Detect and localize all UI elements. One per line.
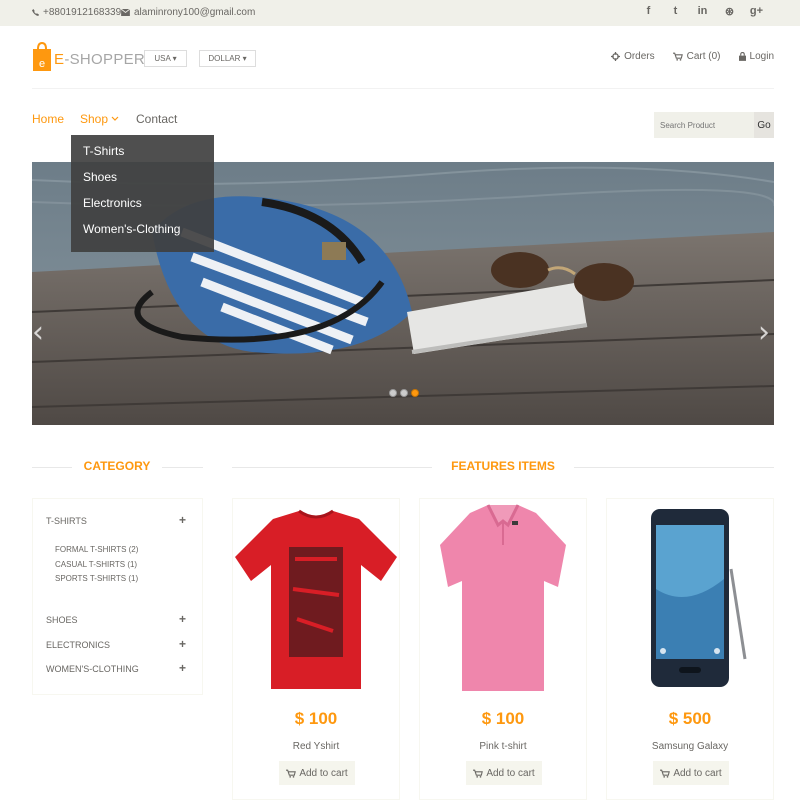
category-womens-clothing[interactable]: WOMEN'S-CLOTHING + — [46, 662, 186, 674]
twitter-icon[interactable]: t — [662, 5, 689, 18]
header-divider — [32, 88, 774, 89]
svg-text:e: e — [39, 58, 45, 70]
phone-contact: +8801912168339 — [32, 7, 121, 18]
category-womens-clothing-label: WOMEN'S-CLOTHING — [46, 664, 139, 674]
nav-shop-label: Shop — [80, 112, 109, 126]
category-shoes-label: SHOES — [46, 615, 78, 625]
category-title: CATEGORY — [83, 459, 151, 473]
facebook-icon[interactable]: f — [635, 5, 662, 18]
features-title: FEATURES ITEMS — [451, 459, 555, 473]
phone-number: +8801912168339 — [43, 7, 122, 18]
product-card-pink-tshirt: $ 100 Pink t-shirt Add to cart — [419, 498, 587, 800]
login-label: Login — [749, 51, 774, 62]
product-card-red-tshirt: $ 100 Red Yshirt Add to cart — [232, 498, 400, 800]
nav-home[interactable]: Home — [32, 112, 64, 126]
features-title-line-left — [232, 467, 432, 468]
orders-label: Orders — [624, 51, 655, 62]
category-electronics-label: ELECTRONICS — [46, 640, 111, 650]
add-to-cart-label: Add to cart — [673, 767, 722, 779]
subcategory-formal-tshirts[interactable]: FORMAL T-SHIRTS (2) — [55, 545, 138, 554]
lock-icon — [738, 52, 746, 61]
add-to-cart-button[interactable]: Add to cart — [279, 761, 355, 785]
product-image[interactable] — [233, 499, 399, 695]
cart-icon — [286, 769, 297, 778]
email-contact: alaminrony100@gmail.com — [121, 7, 255, 18]
orders-link[interactable]: Orders — [611, 51, 655, 62]
search-input[interactable] — [654, 112, 754, 138]
crosshairs-icon — [611, 52, 621, 61]
shopping-bag-icon: e — [32, 41, 52, 71]
subcategory-casual-tshirts[interactable]: CASUAL T-SHIRTS (1) — [55, 560, 137, 569]
logo-text: E-SHOPPER — [54, 51, 146, 68]
add-to-cart-button[interactable]: Add to cart — [466, 761, 542, 785]
product-price: $ 500 — [668, 709, 712, 728]
category-tshirts-label: T-SHIRTS — [46, 516, 87, 526]
shop-dropdown-menu: T-Shirts Shoes Electronics Women's-Cloth… — [71, 135, 214, 252]
envelope-icon — [121, 9, 130, 16]
dropdown-item-electronics[interactable]: Electronics — [71, 196, 214, 222]
email-address: alaminrony100@gmail.com — [134, 7, 256, 18]
product-image[interactable] — [607, 499, 773, 695]
plus-icon[interactable]: + — [179, 638, 186, 650]
chevron-down-icon — [111, 116, 119, 121]
currency-select[interactable]: DOLLAR ▾ — [199, 50, 256, 67]
add-to-cart-button[interactable]: Add to cart — [653, 761, 729, 785]
product-name[interactable]: Pink t-shirt — [420, 741, 586, 752]
product-image[interactable] — [420, 499, 586, 695]
plus-icon[interactable]: + — [179, 613, 186, 625]
plus-icon[interactable]: + — [179, 514, 186, 526]
search-box: Go — [654, 112, 774, 138]
slider-prev-arrow[interactable]: ‹ — [32, 315, 44, 350]
search-go-button[interactable]: Go — [754, 112, 774, 138]
country-select[interactable]: USA ▾ — [144, 50, 187, 67]
login-link[interactable]: Login — [738, 51, 774, 62]
slider-dot-3[interactable] — [411, 389, 419, 397]
category-tshirts[interactable]: T-SHIRTS + — [46, 514, 186, 526]
top-bar: +8801912168339 alaminrony100@gmail.com f… — [0, 0, 800, 26]
category-shoes[interactable]: SHOES + — [46, 613, 186, 625]
plus-icon[interactable]: + — [179, 662, 186, 674]
cart-link[interactable]: Cart (0) — [672, 51, 721, 62]
slider-indicators — [389, 389, 422, 397]
social-links: f t in ⊛ g+ — [635, 5, 770, 18]
add-to-cart-label: Add to cart — [486, 767, 535, 779]
slider-dot-1[interactable] — [389, 389, 397, 397]
category-panel: T-SHIRTS + FORMAL T-SHIRTS (2) CASUAL T-… — [32, 498, 203, 695]
cart-icon — [672, 52, 683, 61]
add-to-cart-label: Add to cart — [299, 767, 348, 779]
google-plus-icon[interactable]: g+ — [743, 5, 770, 18]
dribbble-icon[interactable]: ⊛ — [716, 5, 743, 18]
dropdown-item-shoes[interactable]: Shoes — [71, 170, 214, 196]
cart-icon — [473, 769, 484, 778]
subcategory-sports-tshirts[interactable]: SPORTS T-SHIRTS (1) — [55, 574, 138, 583]
phone-icon — [32, 9, 39, 16]
product-price: $ 100 — [294, 709, 338, 728]
slider-next-arrow[interactable]: › — [758, 315, 770, 350]
product-card-samsung-galaxy: $ 500 Samsung Galaxy Add to cart — [606, 498, 774, 800]
cart-label: Cart (0) — [686, 51, 721, 62]
dropdown-item-tshirts[interactable]: T-Shirts — [71, 144, 214, 170]
linkedin-icon[interactable]: in — [689, 5, 716, 18]
features-title-line-right — [574, 467, 774, 468]
product-price: $ 100 — [481, 709, 525, 728]
product-name[interactable]: Samsung Galaxy — [607, 741, 773, 752]
category-electronics[interactable]: ELECTRONICS + — [46, 638, 186, 650]
category-title-line-right — [162, 467, 203, 468]
category-title-line-left — [32, 467, 72, 468]
cart-icon — [660, 769, 671, 778]
header-links: Orders Cart (0) Login — [593, 51, 774, 62]
product-name[interactable]: Red Yshirt — [233, 741, 399, 752]
nav-shop[interactable]: Shop — [80, 112, 119, 126]
site-logo[interactable]: e E-SHOPPER — [32, 41, 145, 71]
dropdown-item-womens-clothing[interactable]: Women's-Clothing — [71, 222, 214, 248]
nav-contact[interactable]: Contact — [136, 112, 177, 126]
slider-dot-2[interactable] — [400, 389, 408, 397]
